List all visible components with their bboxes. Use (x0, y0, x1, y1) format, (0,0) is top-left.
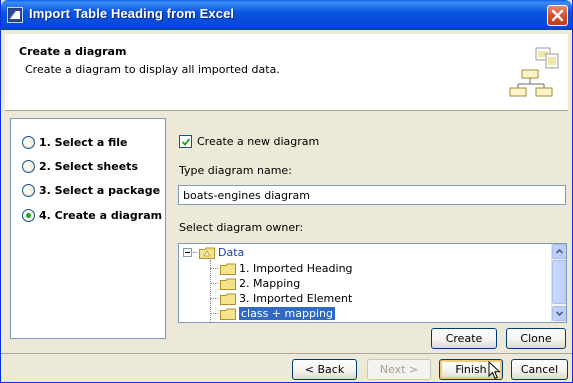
folder-icon (220, 308, 236, 320)
create-diagram-checkbox-row[interactable]: Create a new diagram (179, 135, 319, 148)
tree-scrollbar[interactable] (551, 244, 566, 322)
tree-label: 2. Mapping (239, 277, 301, 290)
step-radio-3[interactable] (22, 183, 35, 197)
tree-node-mapping[interactable]: 2. Mapping (210, 276, 300, 291)
step-select-file[interactable]: 1. Select a file (22, 134, 128, 150)
step-radio-1[interactable] (22, 135, 35, 149)
step-label: 2. Select sheets (39, 159, 138, 173)
tree-node-class-mapping[interactable]: class + mapping (210, 306, 335, 321)
tree-connector (193, 252, 197, 253)
collapse-icon[interactable] (183, 248, 192, 257)
step-label: 1. Select a file (39, 135, 128, 149)
close-button[interactable] (547, 5, 568, 26)
create-diagram-label: Create a new diagram (197, 135, 320, 148)
cancel-button[interactable]: Cancel (511, 359, 568, 380)
import-table-icon (7, 7, 23, 23)
scroll-up-button[interactable] (552, 244, 566, 259)
header-panel: Create a diagram Create a diagram to dis… (5, 34, 568, 111)
tree-label: Data (218, 246, 245, 259)
chevron-down-icon (555, 311, 564, 317)
tree-node-imported-heading[interactable]: 1. Imported Heading (210, 261, 353, 276)
tree-label: 3. Imported Element (239, 292, 353, 305)
header-description: Create a diagram to display all imported… (25, 63, 280, 76)
close-icon (551, 9, 564, 22)
tree-connector (210, 298, 218, 299)
clone-button[interactable]: Clone (506, 328, 566, 349)
header-title: Create a diagram (19, 45, 127, 58)
step-label: 3. Select a package (39, 183, 161, 197)
scroll-thumb[interactable] (552, 260, 566, 304)
diagram-hierarchy-icon (509, 47, 559, 97)
tree-connector (210, 268, 218, 269)
import-dialog: Import Table Heading from Excel Create a… (0, 0, 573, 383)
step-radio-4[interactable] (22, 208, 35, 222)
window-title: Import Table Heading from Excel (29, 6, 235, 21)
folder-icon (220, 278, 236, 290)
step-select-sheets[interactable]: 2. Select sheets (22, 158, 138, 174)
diagram-options-panel: Create a new diagram Type diagram name: … (171, 118, 568, 354)
package-folder-icon (199, 247, 215, 259)
steps-panel: 1. Select a file 2. Select sheets 3. Sel… (10, 118, 166, 339)
step-radio-2[interactable] (22, 159, 35, 173)
tree-node-root[interactable]: Data (183, 245, 244, 260)
mouse-cursor-icon (488, 361, 501, 380)
step-create-diagram[interactable]: 4. Create a diagram (22, 207, 162, 223)
tree-node-imported-element[interactable]: 3. Imported Element (210, 291, 352, 306)
chevron-up-icon (555, 248, 564, 254)
tree-label: class + mapping (239, 307, 335, 320)
next-button[interactable]: Next > (367, 359, 431, 380)
diagram-name-label: Type diagram name: (179, 164, 292, 177)
back-button[interactable]: < Back (292, 359, 357, 380)
title-bar[interactable]: Import Table Heading from Excel (1, 0, 572, 30)
tree-label: 1. Imported Heading (239, 262, 353, 275)
footer-separator (1, 353, 572, 354)
create-diagram-checkbox[interactable] (179, 135, 192, 148)
scroll-down-button[interactable] (552, 306, 566, 321)
step-select-package[interactable]: 3. Select a package (22, 182, 160, 198)
folder-icon (220, 293, 236, 305)
owner-tree[interactable]: Data 1. Imported Heading 2. Mapping 3. I… (178, 243, 567, 323)
checkmark-icon (181, 138, 191, 146)
diagram-owner-label: Select diagram owner: (179, 221, 304, 234)
step-label: 4. Create a diagram (39, 208, 163, 222)
tree-connector (210, 283, 218, 284)
tree-connector (210, 313, 218, 314)
folder-icon (220, 263, 236, 275)
create-button[interactable]: Create (431, 328, 497, 349)
diagram-name-input[interactable] (178, 185, 566, 205)
